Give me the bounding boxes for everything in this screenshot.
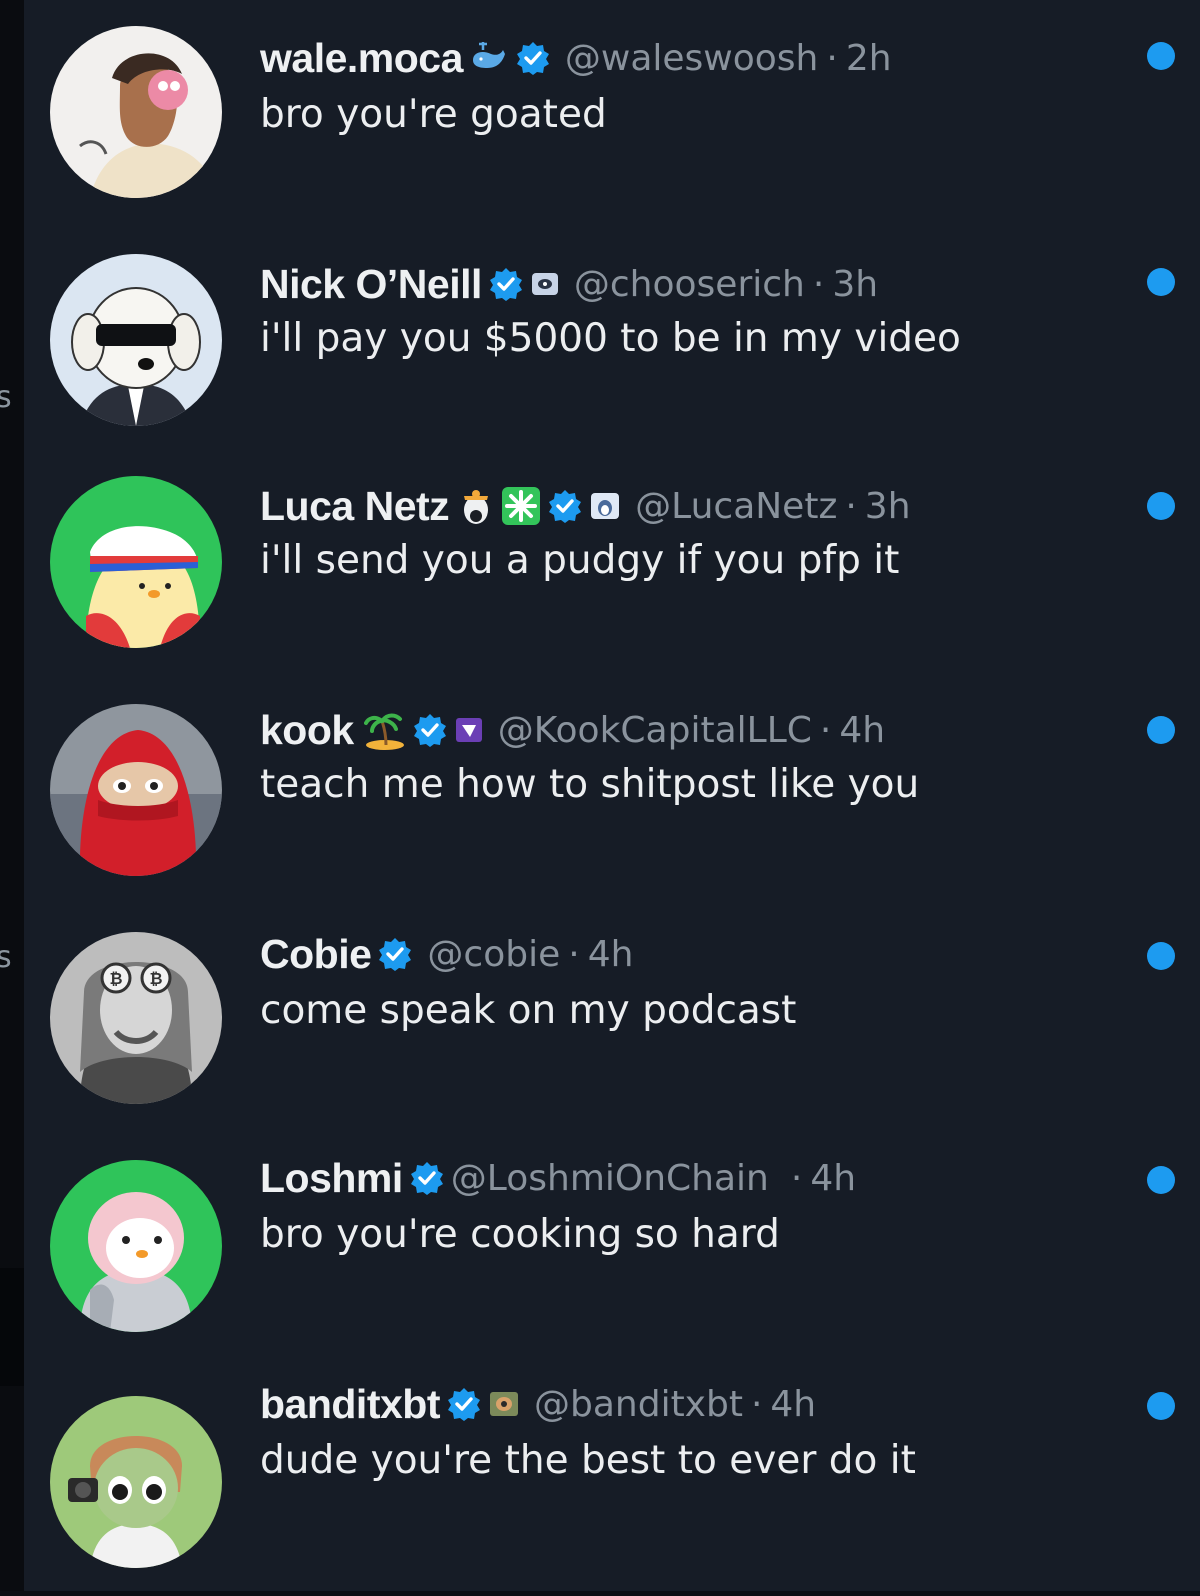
avatar-illustration-icon: [50, 26, 222, 198]
message-header: kook @KookCapitalLLC · 4h: [260, 700, 885, 760]
display-name[interactable]: banditxbt: [260, 1381, 440, 1428]
message-row[interactable]: Loshmi @LoshmiOnChain · 4h bro you're co…: [24, 1140, 1200, 1368]
left-sidebar-edge: s s: [0, 0, 24, 1591]
message-preview: teach me how to shitpost like you: [260, 762, 920, 807]
display-name[interactable]: Cobie: [260, 931, 372, 978]
message-row[interactable]: Nick O’Neill @chooserich · 3h i'll pay y…: [24, 228, 1200, 456]
timestamp: 3h: [832, 263, 879, 305]
verified-badge-icon: [412, 712, 448, 748]
message-preview: come speak on my podcast: [260, 988, 797, 1033]
message-row[interactable]: ₿ ₿ Cobie @cobie · 4h come speak on my p…: [24, 912, 1200, 1140]
separator: ·: [750, 1383, 763, 1425]
message-header: Loshmi @LoshmiOnChain · 4h: [260, 1148, 856, 1208]
unread-indicator: [1147, 268, 1175, 296]
handle: @waleswoosh: [564, 37, 819, 79]
pink-penguin-avatar-icon: [50, 1160, 222, 1332]
message-preview: bro you're cooking so hard: [260, 1212, 780, 1257]
timestamp: 4h: [587, 933, 634, 975]
verified-badge-icon: [409, 1160, 445, 1196]
verified-badge-icon: [446, 1386, 482, 1422]
unread-indicator: [1147, 942, 1175, 970]
handle: @cobie: [427, 933, 561, 975]
bitcoin-glasses-avatar-icon: ₿ ₿: [50, 932, 222, 1104]
message-row[interactable]: wale.moca @waleswoosh · 2h bro you're go…: [24, 0, 1200, 228]
dog-avatar-icon: [50, 254, 222, 426]
anime-character-avatar-icon: [50, 1396, 222, 1568]
handle: @KookCapitalLLC: [497, 709, 812, 751]
sparkle-emoji-icon: [501, 486, 541, 526]
message-header: Cobie @cobie · 4h: [260, 924, 633, 984]
timestamp: 3h: [864, 485, 911, 527]
affiliate-badge-icon: [454, 715, 484, 745]
avatar[interactable]: [50, 1396, 222, 1568]
separator: ·: [819, 709, 832, 751]
display-name[interactable]: Loshmi: [260, 1155, 403, 1202]
unread-indicator: [1147, 42, 1175, 70]
unread-indicator: [1147, 716, 1175, 744]
handle: @chooserich: [573, 263, 805, 305]
penguin-avatar-icon: [50, 476, 222, 648]
message-header: Nick O’Neill @chooserich · 3h: [260, 254, 878, 314]
affiliate-badge-icon: [488, 1388, 520, 1420]
affiliate-badge-icon: [530, 269, 560, 299]
verified-badge-icon: [488, 266, 524, 302]
message-preview: bro you're goated: [260, 92, 607, 137]
message-preview: dude you're the best to ever do it: [260, 1438, 916, 1483]
hooded-character-avatar-icon: [50, 704, 222, 876]
handle: @banditxbt: [533, 1383, 743, 1425]
message-row[interactable]: banditxbt @banditxbt · 4h dude you're th…: [24, 1368, 1200, 1596]
timestamp: 4h: [770, 1383, 817, 1425]
display-name[interactable]: wale.moca: [260, 35, 463, 82]
verified-badge-icon: [547, 488, 583, 524]
separator: ·: [812, 263, 825, 305]
separator: ·: [790, 1157, 803, 1199]
left-edge-glyph: s: [0, 380, 12, 415]
message-header: banditxbt @banditxbt · 4h: [260, 1374, 816, 1434]
whale-emoji-icon: [469, 38, 509, 78]
handle: @LoshmiOnChain: [450, 1157, 769, 1199]
unread-indicator: [1147, 1392, 1175, 1420]
separator: ·: [845, 485, 857, 527]
display-name[interactable]: Nick O’Neill: [260, 261, 482, 308]
avatar[interactable]: [50, 704, 222, 876]
svg-text:₿: ₿: [149, 969, 162, 988]
avatar[interactable]: [50, 254, 222, 426]
timestamp: 4h: [839, 709, 886, 751]
avatar[interactable]: [50, 1160, 222, 1332]
timestamp: 2h: [845, 37, 892, 79]
avatar[interactable]: [50, 26, 222, 198]
unread-indicator: [1147, 1166, 1175, 1194]
timestamp: 4h: [810, 1157, 857, 1199]
display-name[interactable]: kook: [260, 707, 354, 754]
message-preview: i'll pay you $5000 to be in my video: [260, 316, 961, 361]
handle: @LucaNetz: [635, 485, 838, 527]
verified-badge-icon: [515, 40, 551, 76]
avatar[interactable]: ₿ ₿: [50, 932, 222, 1104]
message-header: Luca Netz @LucaNetz · 3h: [260, 476, 911, 536]
left-edge-glyph: s: [0, 940, 12, 975]
display-name[interactable]: Luca Netz: [260, 483, 450, 530]
message-preview: i'll send you a pudgy if you pfp it: [260, 538, 900, 583]
message-list: wale.moca @waleswoosh · 2h bro you're go…: [24, 0, 1200, 1591]
verified-badge-icon: [377, 936, 413, 972]
separator: ·: [826, 37, 838, 79]
avatar[interactable]: [50, 476, 222, 648]
separator: ·: [568, 933, 580, 975]
affiliate-badge-icon: [589, 490, 621, 522]
left-sidebar-notch: [0, 1268, 24, 1386]
island-emoji-icon: [363, 709, 406, 751]
unread-indicator: [1147, 492, 1175, 520]
penguin-emoji-icon: [459, 486, 493, 526]
svg-text:₿: ₿: [109, 969, 122, 988]
message-row[interactable]: kook @KookCapitalLLC · 4h teach me how t…: [24, 684, 1200, 912]
message-header: wale.moca @waleswoosh · 2h: [260, 28, 892, 88]
message-row[interactable]: Luca Netz @LucaNetz · 3h i'll send you a…: [24, 456, 1200, 684]
